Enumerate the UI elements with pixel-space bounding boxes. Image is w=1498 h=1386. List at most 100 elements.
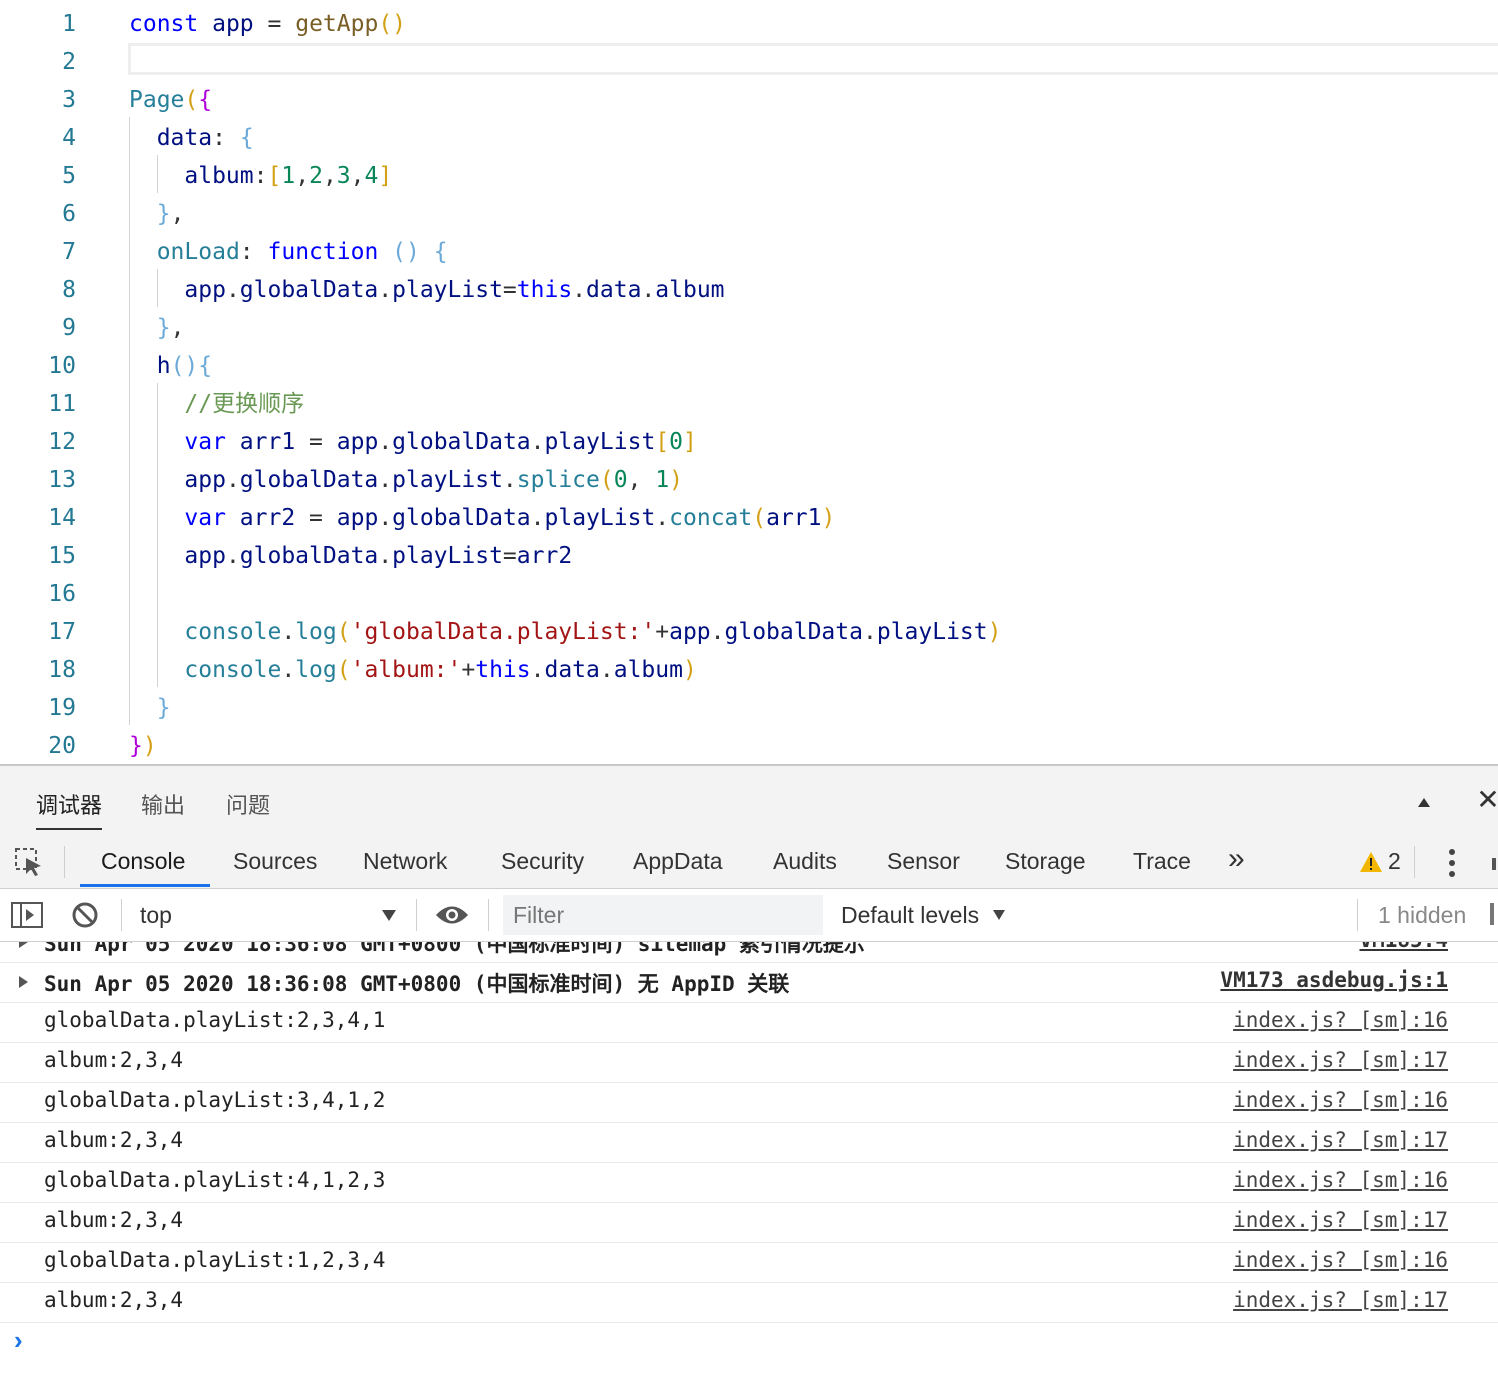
warning-icon[interactable] xyxy=(1359,851,1383,873)
line-number: 9 xyxy=(62,315,76,341)
line-number: 3 xyxy=(62,87,76,113)
code-text: album:[1,2,3,4] xyxy=(184,163,393,189)
code-line: 9 }, xyxy=(0,309,1498,347)
code-text: var arr1 = app.globalData.playList[0] xyxy=(184,429,697,455)
code-line: 4 data: { xyxy=(0,119,1498,157)
tab-network[interactable]: Network xyxy=(363,848,447,875)
code-line: 8 app.globalData.playList=this.data.albu… xyxy=(0,271,1498,309)
source-link[interactable]: index.js? [sm]:17 xyxy=(1233,1128,1448,1152)
eye-icon[interactable] xyxy=(435,904,469,926)
tab-trace[interactable]: Trace xyxy=(1133,848,1191,875)
code-line: 19 } xyxy=(0,689,1498,727)
source-link[interactable]: index.js? [sm]:16 xyxy=(1233,1088,1448,1112)
console-message: globalData.playList:3,4,1,2 xyxy=(44,1088,386,1112)
line-number: 8 xyxy=(62,277,76,303)
code-line: 2 xyxy=(0,43,1498,81)
code-text: h(){ xyxy=(156,353,213,379)
tab-problems[interactable]: 问题 xyxy=(226,788,270,820)
console-row: globalData.playList:3,4,1,2 index.js? [s… xyxy=(0,1082,1498,1123)
code-text: onLoad: function () { xyxy=(156,239,448,265)
console-message: album:2,3,4 xyxy=(44,1288,184,1312)
tab-security[interactable]: Security xyxy=(501,848,584,875)
divider xyxy=(488,899,489,931)
console-row[interactable]: Sun Apr 05 2020 18:36:08 GMT+0800 (中国标准时… xyxy=(0,962,1498,1003)
inspect-element-icon[interactable] xyxy=(14,847,44,877)
console-message: album:2,3,4 xyxy=(44,1208,184,1232)
expand-icon[interactable] xyxy=(19,942,28,948)
source-link[interactable]: index.js? [sm]:17 xyxy=(1233,1048,1448,1072)
console-row: album:2,3,4 index.js? [sm]:17 xyxy=(0,1122,1498,1163)
tab-sensor[interactable]: Sensor xyxy=(887,848,960,875)
more-tabs-button[interactable]: » xyxy=(1228,842,1245,876)
code-line: 14 var arr2 = app.globalData.playList.co… xyxy=(0,499,1498,537)
source-link[interactable]: index.js? [sm]:16 xyxy=(1233,1168,1448,1192)
panel-tab-bar: 调试器 输出 问题 ✕ xyxy=(0,766,1498,834)
active-tab-indicator xyxy=(80,884,210,887)
active-tab-indicator xyxy=(36,828,102,830)
tab-debugger[interactable]: 调试器 xyxy=(36,788,102,820)
expand-icon[interactable] xyxy=(19,976,28,988)
line-number: 18 xyxy=(48,657,76,683)
console-message: globalData.playList:2,3,4,1 xyxy=(44,1008,386,1032)
code-line: 12 var arr1 = app.globalData.playList[0] xyxy=(0,423,1498,461)
devtools-tab-bar: Console Sources Network Security AppData… xyxy=(0,834,1498,889)
code-line: 13 app.globalData.playList.splice(0, 1) xyxy=(0,461,1498,499)
tab-sources[interactable]: Sources xyxy=(233,848,317,875)
divider xyxy=(1414,846,1415,878)
code-line: 15 app.globalData.playList=arr2 xyxy=(0,537,1498,575)
tab-storage[interactable]: Storage xyxy=(1005,848,1086,875)
line-number: 10 xyxy=(48,353,76,379)
console-row: album:2,3,4 index.js? [sm]:17 xyxy=(0,1282,1498,1323)
code-text: console.log('album:'+this.data.album) xyxy=(184,657,697,683)
line-number: 6 xyxy=(62,201,76,227)
source-link[interactable]: VM173 asdebug.js:1 xyxy=(1220,968,1448,992)
context-selector[interactable]: top xyxy=(140,902,172,929)
code-line: 5 album:[1,2,3,4] xyxy=(0,157,1498,195)
code-line: 18 console.log('album:'+this.data.album) xyxy=(0,651,1498,689)
console-row[interactable]: Sun Apr 05 2020 18:36:08 GMT+0800 (中国标准时… xyxy=(0,942,1498,963)
tab-output[interactable]: 输出 xyxy=(141,788,185,820)
settings-icon[interactable] xyxy=(1490,903,1494,925)
warning-count[interactable]: 2 xyxy=(1388,848,1401,875)
divider xyxy=(121,899,122,931)
filter-placeholder: Filter xyxy=(513,902,565,928)
code-text: var arr2 = app.globalData.playList.conca… xyxy=(184,505,836,531)
tab-appdata[interactable]: AppData xyxy=(633,848,723,875)
sidebar-toggle-icon[interactable] xyxy=(11,902,43,928)
triangle-up-icon[interactable] xyxy=(1418,798,1430,807)
code-text: app.globalData.playList=this.data.album xyxy=(184,277,725,303)
line-number: 4 xyxy=(62,125,76,151)
filter-input[interactable]: Filter xyxy=(503,895,823,935)
code-text: app.globalData.playList.splice(0, 1) xyxy=(184,467,684,493)
line-number: 1 xyxy=(62,11,76,37)
line-number: 20 xyxy=(48,733,76,759)
console-prompt[interactable]: › xyxy=(14,1325,23,1356)
close-icon[interactable]: ✕ xyxy=(1474,786,1498,814)
source-link[interactable]: index.js? [sm]:17 xyxy=(1233,1288,1448,1312)
dock-icon[interactable] xyxy=(1492,858,1496,870)
code-text: console.log('globalData.playList:'+app.g… xyxy=(184,619,1002,645)
console-message: album:2,3,4 xyxy=(44,1048,184,1072)
code-text: }) xyxy=(129,733,157,759)
tab-audits[interactable]: Audits xyxy=(773,848,837,875)
line-number: 12 xyxy=(48,429,76,455)
chevron-down-icon[interactable] xyxy=(382,910,396,921)
source-link[interactable]: VM185:4 xyxy=(1359,942,1448,952)
code-line: 1 const app = getApp() xyxy=(0,5,1498,43)
line-number: 14 xyxy=(48,505,76,531)
code-editor[interactable]: 1 const app = getApp() 2 3 Page({ 4 data… xyxy=(0,0,1498,764)
debug-panel: 调试器 输出 问题 ✕ Console Sources Network Secu… xyxy=(0,764,1498,1386)
chevron-down-icon[interactable] xyxy=(993,910,1005,920)
code-line: 20 }) xyxy=(0,727,1498,764)
source-link[interactable]: index.js? [sm]:16 xyxy=(1233,1008,1448,1032)
more-options-icon[interactable] xyxy=(1446,848,1458,878)
log-levels-dropdown[interactable]: Default levels xyxy=(841,902,979,929)
console-row: globalData.playList:4,1,2,3 index.js? [s… xyxy=(0,1162,1498,1203)
console-messages[interactable]: Sun Apr 05 2020 18:36:08 GMT+0800 (中国标准时… xyxy=(0,942,1498,1386)
tab-console[interactable]: Console xyxy=(101,848,185,875)
code-line: 11 //更换顺序 xyxy=(0,385,1498,423)
clear-console-icon[interactable] xyxy=(71,901,99,929)
line-number: 11 xyxy=(48,391,76,417)
source-link[interactable]: index.js? [sm]:17 xyxy=(1233,1208,1448,1232)
source-link[interactable]: index.js? [sm]:16 xyxy=(1233,1248,1448,1272)
